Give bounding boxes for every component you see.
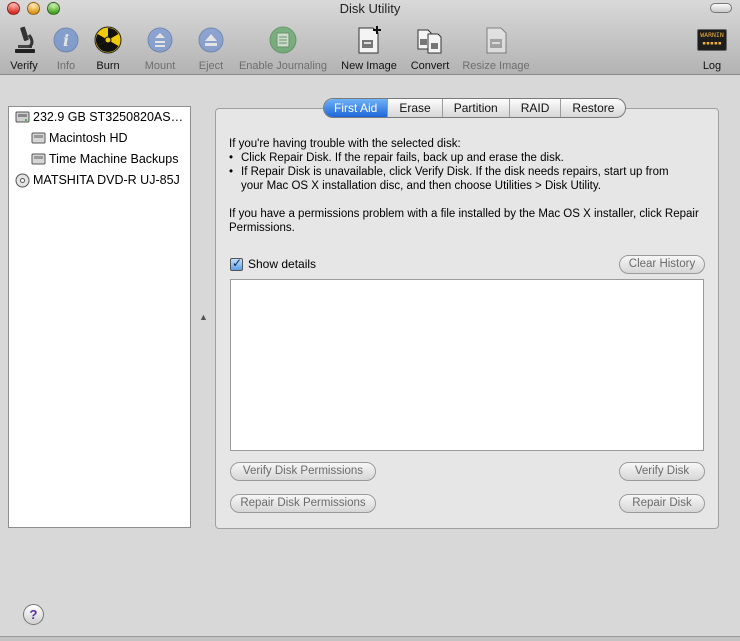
info-icon: i — [50, 24, 82, 56]
disk-item-label: 232.9 GB ST3250820AS… — [33, 110, 184, 124]
convert-label: Convert — [410, 60, 450, 72]
repair-disk-permissions-button[interactable]: Repair Disk Permissions — [230, 494, 376, 513]
mount-icon — [144, 24, 176, 56]
journaling-icon — [267, 24, 299, 56]
new-image-icon — [353, 24, 385, 56]
bullet-marker: • — [229, 166, 234, 178]
verify-disk-permissions-button[interactable]: Verify Disk Permissions — [230, 462, 376, 481]
disk-utility-window: Disk Utility Verify i Info Burn Mount Ej… — [0, 0, 740, 641]
window-title: Disk Utility — [339, 1, 401, 16]
convert-icon — [414, 24, 446, 56]
show-details-checkbox[interactable]: Show details — [230, 256, 317, 271]
log-icon-line: ▪▪▪▪▪ — [702, 39, 722, 47]
burn-radiation-icon — [92, 24, 124, 56]
resize-image-label: Resize Image — [462, 60, 530, 72]
new-image-label: New Image — [341, 60, 397, 72]
first-aid-panel: If you're having trouble with the select… — [215, 108, 719, 529]
bullet-marker: • — [229, 152, 234, 164]
disk-item-label: Time Machine Backups — [49, 152, 179, 166]
volume-icon — [30, 130, 46, 146]
tab-restore[interactable]: Restore — [560, 99, 625, 117]
eject-button[interactable]: Eject — [196, 24, 226, 74]
resize-image-icon — [480, 24, 512, 56]
volume-icon — [30, 151, 46, 167]
disk-item-time-machine-backups[interactable]: Time Machine Backups — [30, 149, 178, 169]
window-bottom-edge — [0, 636, 740, 641]
checkbox-checked-icon — [230, 256, 243, 271]
burn-button[interactable]: Burn — [92, 24, 124, 74]
info-label: Info — [56, 60, 76, 72]
help-button[interactable]: ? — [23, 604, 44, 625]
bullet-text-2-continued: your Mac OS X installation disc, and the… — [241, 180, 601, 192]
bullet-text-1: Click Repair Disk. If the repair fails, … — [241, 152, 564, 164]
eject-icon — [195, 24, 227, 56]
enable-journaling-label: Enable Journaling — [238, 60, 328, 72]
toolbar: Disk Utility Verify i Info Burn Mount Ej… — [0, 0, 740, 75]
tab-bar: First Aid Erase Partition RAID Restore — [323, 98, 627, 118]
tab-first-aid[interactable]: First Aid — [324, 99, 388, 117]
enable-journaling-button[interactable]: Enable Journaling — [236, 24, 330, 74]
repair-disk-button[interactable]: Repair Disk — [619, 494, 705, 513]
mount-button[interactable]: Mount — [142, 24, 178, 74]
details-log-area[interactable] — [230, 279, 704, 451]
clear-history-button[interactable]: Clear History — [619, 255, 705, 274]
log-console-icon: WARNIN ▪▪▪▪▪ — [696, 24, 728, 56]
microscope-icon — [8, 24, 40, 56]
permissions-instructions: If you have a permissions problem with a… — [229, 208, 699, 234]
hard-drive-icon — [14, 109, 30, 125]
split-view-handle[interactable]: ▲ — [199, 312, 208, 322]
tab-partition[interactable]: Partition — [441, 99, 509, 117]
tab-erase[interactable]: Erase — [387, 99, 441, 117]
log-label: Log — [702, 60, 722, 72]
mount-label: Mount — [144, 60, 176, 72]
disk-item-label: MATSHITA DVD-R UJ-85J — [33, 173, 180, 187]
resize-image-button[interactable]: Resize Image — [460, 24, 532, 74]
optical-drive-icon — [14, 172, 30, 188]
log-button[interactable]: WARNIN ▪▪▪▪▪ Log — [694, 24, 730, 74]
toolbar-toggle-button[interactable] — [710, 3, 732, 13]
disk-item-optical-drive[interactable]: MATSHITA DVD-R UJ-85J — [14, 170, 180, 190]
verify-button[interactable]: Verify — [6, 24, 42, 74]
convert-button[interactable]: Convert — [408, 24, 452, 74]
show-details-label: Show details — [248, 257, 317, 271]
info-button[interactable]: i Info — [50, 24, 82, 74]
disk-list[interactable]: 232.9 GB ST3250820AS… Macintosh HD Time … — [8, 106, 191, 528]
disk-item-macintosh-hd[interactable]: Macintosh HD — [30, 128, 128, 148]
eject-label: Eject — [198, 60, 224, 72]
log-icon-text: WARNIN — [700, 31, 724, 39]
disk-item-label: Macintosh HD — [49, 131, 128, 145]
verify-disk-button[interactable]: Verify Disk — [619, 462, 705, 481]
tab-raid[interactable]: RAID — [508, 99, 561, 117]
svg-text:i: i — [63, 31, 69, 50]
disk-item-hard-drive[interactable]: 232.9 GB ST3250820AS… — [14, 107, 183, 127]
bullet-text-2: If Repair Disk is unavailable, click Ver… — [241, 166, 669, 178]
verify-label: Verify — [10, 60, 38, 72]
new-image-button[interactable]: New Image — [339, 24, 399, 74]
burn-label: Burn — [96, 60, 120, 72]
first-aid-intro: If you're having trouble with the select… — [229, 138, 461, 150]
